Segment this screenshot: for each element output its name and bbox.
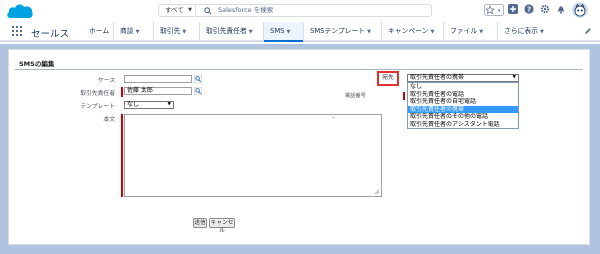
notifications-bell-icon[interactable] (556, 4, 566, 14)
tab-opportunities[interactable]: 商談 ▼ (113, 22, 139, 40)
app-name: セールス (31, 29, 70, 40)
contact-label: 取引先責任者 (80, 91, 115, 97)
global-search-input[interactable]: Salesforce を検索 (196, 4, 432, 17)
global-actions-plus-icon[interactable] (508, 4, 518, 14)
search-scope-label: すべて (165, 6, 184, 14)
template-select[interactable]: なし ▼ (124, 101, 174, 109)
search-icon (204, 7, 212, 15)
case-label: ケース (97, 78, 115, 84)
chevron-down-icon[interactable]: ▼ (367, 29, 371, 35)
to-option[interactable]: 取引先責任者の電話 (408, 91, 518, 99)
app-launcher-icon[interactable] (12, 26, 22, 36)
body-label: 本文 (103, 117, 115, 123)
to-option[interactable]: なし (408, 83, 518, 91)
title-divider (15, 69, 583, 70)
case-lookup-input[interactable] (124, 75, 192, 83)
chevron-down-icon: ▼ (512, 75, 516, 80)
tab-contacts[interactable]: 取引先責任者 ▼ (199, 22, 253, 40)
search-placeholder: Salesforce を検索 (218, 6, 274, 14)
tab-sms[interactable]: SMS ▼ (263, 22, 303, 42)
tab-label: SMSテンプレート (310, 27, 366, 35)
tab-label: 取引先 (160, 27, 181, 35)
tab-files[interactable]: ファイル ▼ (443, 22, 483, 40)
chevron-down-icon[interactable]: ▼ (540, 29, 544, 35)
tab-home[interactable]: ホーム (83, 22, 109, 40)
resize-grip-icon[interactable] (374, 189, 380, 195)
to-option[interactable]: 取引先責任者のアシスタント電話 (408, 121, 518, 129)
tab-label: 商談 (120, 27, 134, 35)
contact-lookup-input[interactable]: 佐藤 太郎 (124, 87, 192, 95)
chevron-down-icon: ▼ (188, 7, 192, 13)
tab-label: ホーム (89, 27, 110, 35)
salesforce-cloud-logo[interactable] (6, 3, 34, 21)
tab-label: キャンペーン (388, 27, 429, 35)
to-selected-value: 取引先責任者の携帯 (410, 74, 465, 81)
tab-more[interactable]: さらに表示 ▼ (497, 22, 544, 40)
template-label: テンプレート (80, 104, 115, 110)
setup-gear-icon[interactable] (540, 4, 550, 14)
chevron-down-icon[interactable]: ▼ (430, 29, 434, 35)
to-label: 宛先 (382, 75, 394, 81)
chevron-down-icon[interactable]: ▼ (479, 29, 483, 35)
chevron-down-icon: ▼ (167, 102, 171, 107)
search-scope-select[interactable]: すべて ▼ (158, 4, 196, 17)
page-title: SMSの編集 (19, 60, 55, 68)
cancel-button[interactable]: キャンセル (209, 218, 235, 234)
required-indicator (121, 114, 123, 197)
svg-text:?: ? (527, 6, 531, 14)
required-indicator (121, 87, 123, 97)
tab-campaigns[interactable]: キャンペーン ▼ (381, 22, 434, 40)
global-header: すべて ▼ Salesforce を検索 ▾ ? (0, 0, 600, 22)
contact-lookup-icon[interactable] (194, 87, 202, 95)
tab-label: ファイル (450, 27, 478, 35)
to-phone-options-list: なし 取引先責任者の電話 取引先責任者の自宅電話 取引先責任者の携帯 取引先責任… (407, 82, 519, 129)
favorites-star-icon[interactable]: ▾ (484, 4, 504, 16)
tab-label: SMS (270, 27, 285, 35)
send-button[interactable]: 送信 (193, 218, 207, 228)
to-option-highlighted[interactable]: 取引先責任者の携帯 (408, 105, 518, 113)
to-phone-select[interactable]: 取引先責任者の携帯 ▼ (407, 74, 519, 82)
tab-label: さらに表示 (504, 27, 538, 35)
body-textarea[interactable]: ˉ (124, 114, 382, 197)
page-background: SMSの編集 ケース 取引先責任者 佐藤 太郎 テンプレート なし ▼ 本文 ˉ (0, 44, 600, 254)
edit-nav-pencil-icon[interactable] (584, 27, 592, 35)
tab-sms-templates[interactable]: SMSテンプレート ▼ (303, 22, 371, 40)
tab-accounts[interactable]: 取引先 ▼ (153, 22, 186, 40)
to-label-highlighted: 宛先 (377, 71, 399, 86)
tab-label: 取引先責任者 (206, 27, 247, 35)
user-avatar-icon[interactable] (572, 2, 588, 18)
help-icon[interactable]: ? (524, 4, 534, 14)
text-cursor-mark: ˉ (332, 117, 335, 124)
template-selected-value: なし (127, 101, 140, 108)
case-lookup-icon[interactable] (194, 75, 202, 83)
app-navigation-bar: セールス ホーム 商談 ▼ 取引先 ▼ 取引先責任者 ▼ SMS ▼ SMSテンプレート… (0, 22, 600, 42)
chevron-down-icon[interactable]: ▼ (182, 29, 186, 35)
sms-edit-panel: SMSの編集 ケース 取引先責任者 佐藤 太郎 テンプレート なし ▼ 本文 ˉ (8, 49, 590, 245)
required-indicator (403, 92, 405, 100)
phone-number-label: 電話番号 (345, 93, 366, 99)
to-option[interactable]: 取引先責任者の自宅電話 (408, 98, 518, 106)
to-option[interactable]: 取引先責任者のその他の電話 (408, 113, 518, 121)
chevron-down-icon[interactable]: ▼ (287, 29, 291, 35)
chevron-down-icon[interactable]: ▼ (249, 29, 253, 35)
chevron-down-icon[interactable]: ▼ (136, 29, 140, 35)
